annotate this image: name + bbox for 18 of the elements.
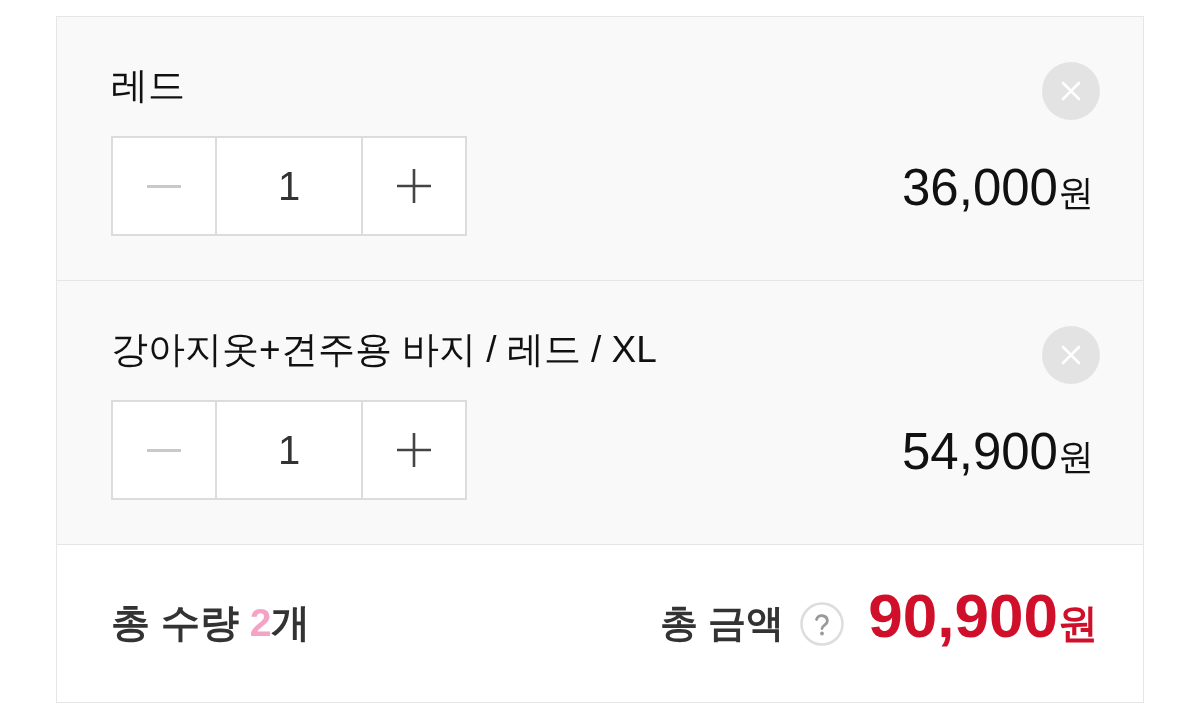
close-icon bbox=[1042, 62, 1100, 120]
option-name: 강아지옷+견주용 바지 / 레드 / XL bbox=[111, 328, 657, 372]
total-amount: 90,900원 bbox=[868, 581, 1098, 652]
close-icon bbox=[1042, 326, 1100, 384]
remove-button[interactable] bbox=[1042, 62, 1100, 120]
total-amount-label: 총 금액 bbox=[659, 601, 785, 646]
help-icon[interactable] bbox=[800, 601, 845, 646]
minus-icon bbox=[147, 184, 181, 188]
remove-button[interactable] bbox=[1042, 326, 1100, 384]
quantity-field[interactable]: 1 bbox=[215, 138, 363, 234]
plus-icon bbox=[397, 433, 431, 467]
plus-icon bbox=[397, 169, 431, 203]
option-price: 36,000원 bbox=[902, 161, 1094, 218]
quantity-field[interactable]: 1 bbox=[215, 402, 363, 498]
total-quantity: 총 수량 2개 bbox=[111, 600, 311, 647]
option-name: 레드 bbox=[111, 64, 185, 108]
minus-icon bbox=[147, 448, 181, 452]
option-price: 54,900원 bbox=[902, 425, 1094, 482]
